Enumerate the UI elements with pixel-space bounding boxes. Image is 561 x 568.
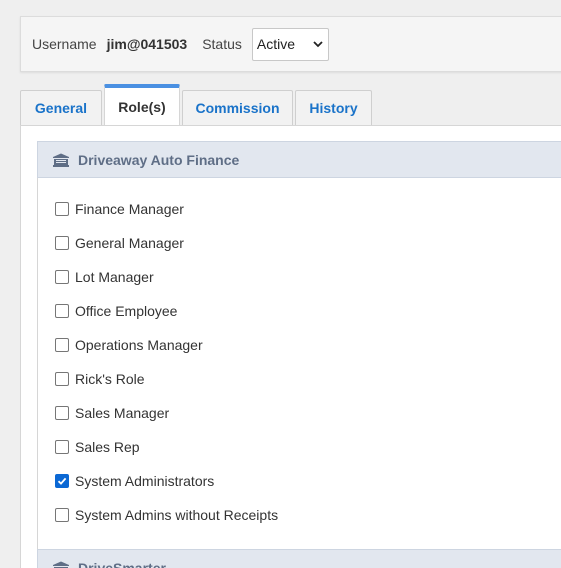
role-label: General Manager — [75, 235, 184, 251]
role-operations-manager[interactable]: Operations Manager — [55, 335, 203, 355]
status-label: Status — [202, 36, 242, 52]
role-label: Sales Manager — [75, 405, 170, 421]
role-checkbox[interactable] — [55, 202, 69, 216]
chevron-down-icon — [313, 40, 323, 47]
roles-list: Finance Manager General Manager Lot Mana… — [37, 178, 561, 550]
role-checkbox[interactable] — [55, 440, 69, 454]
role-sales-manager[interactable]: Sales Manager — [55, 403, 169, 423]
role-label: Finance Manager — [75, 201, 184, 217]
tab-history[interactable]: History — [295, 90, 372, 125]
company-header[interactable]: Driveaway Auto Finance — [37, 141, 561, 178]
tab-commission[interactable]: Commission — [182, 90, 293, 125]
role-system-admins-without-receipts[interactable]: System Admins without Receipts — [55, 505, 278, 525]
status-select-value: Active — [256, 36, 296, 52]
tab-general[interactable]: General — [20, 90, 102, 125]
role-label: System Admins without Receipts — [75, 507, 279, 523]
role-label: Lot Manager — [75, 269, 154, 285]
company-name: DriveSmarter — [78, 559, 166, 568]
checkmark-icon — [57, 477, 67, 485]
role-label: Rick's Role — [75, 371, 145, 387]
tab-history-label: History — [309, 100, 358, 116]
role-label: System Administrators — [75, 473, 215, 489]
role-lot-manager[interactable]: Lot Manager — [55, 267, 154, 287]
user-info-bar: Username jim@041503 Status Active — [20, 16, 561, 72]
username-value: jim@041503 — [106, 36, 188, 52]
company-name: Driveaway Auto Finance — [78, 151, 240, 168]
role-checkbox[interactable] — [55, 508, 69, 522]
role-office-employee[interactable]: Office Employee — [55, 301, 177, 321]
bank-icon — [53, 153, 69, 167]
tab-roles-label: Role(s) — [118, 99, 166, 115]
role-label: Sales Rep — [75, 439, 140, 455]
status-select[interactable]: Active — [251, 27, 329, 61]
role-checkbox[interactable] — [55, 338, 69, 352]
role-system-administrators[interactable]: System Administrators — [55, 471, 214, 491]
username-label: Username — [32, 36, 97, 52]
role-ricks-role[interactable]: Rick's Role — [55, 369, 145, 389]
role-checkbox[interactable] — [55, 236, 69, 250]
role-checkbox[interactable] — [55, 304, 69, 318]
roles-panel: Driveaway Auto Finance Finance Manager G… — [20, 125, 561, 568]
role-finance-manager[interactable]: Finance Manager — [55, 199, 184, 219]
company-header[interactable]: DriveSmarter — [37, 549, 561, 568]
tab-roles[interactable]: Role(s) — [104, 84, 180, 126]
tab-general-label: General — [34, 100, 88, 116]
role-checkbox[interactable] — [55, 270, 69, 284]
role-checkbox-checked[interactable] — [55, 474, 69, 488]
tab-commission-label: Commission — [195, 100, 280, 116]
role-checkbox[interactable] — [55, 406, 69, 420]
role-checkbox[interactable] — [55, 372, 69, 386]
role-general-manager[interactable]: General Manager — [55, 233, 184, 253]
role-label: Office Employee — [75, 303, 178, 319]
role-label: Operations Manager — [75, 337, 203, 353]
bank-icon — [53, 561, 69, 568]
role-sales-rep[interactable]: Sales Rep — [55, 437, 140, 457]
